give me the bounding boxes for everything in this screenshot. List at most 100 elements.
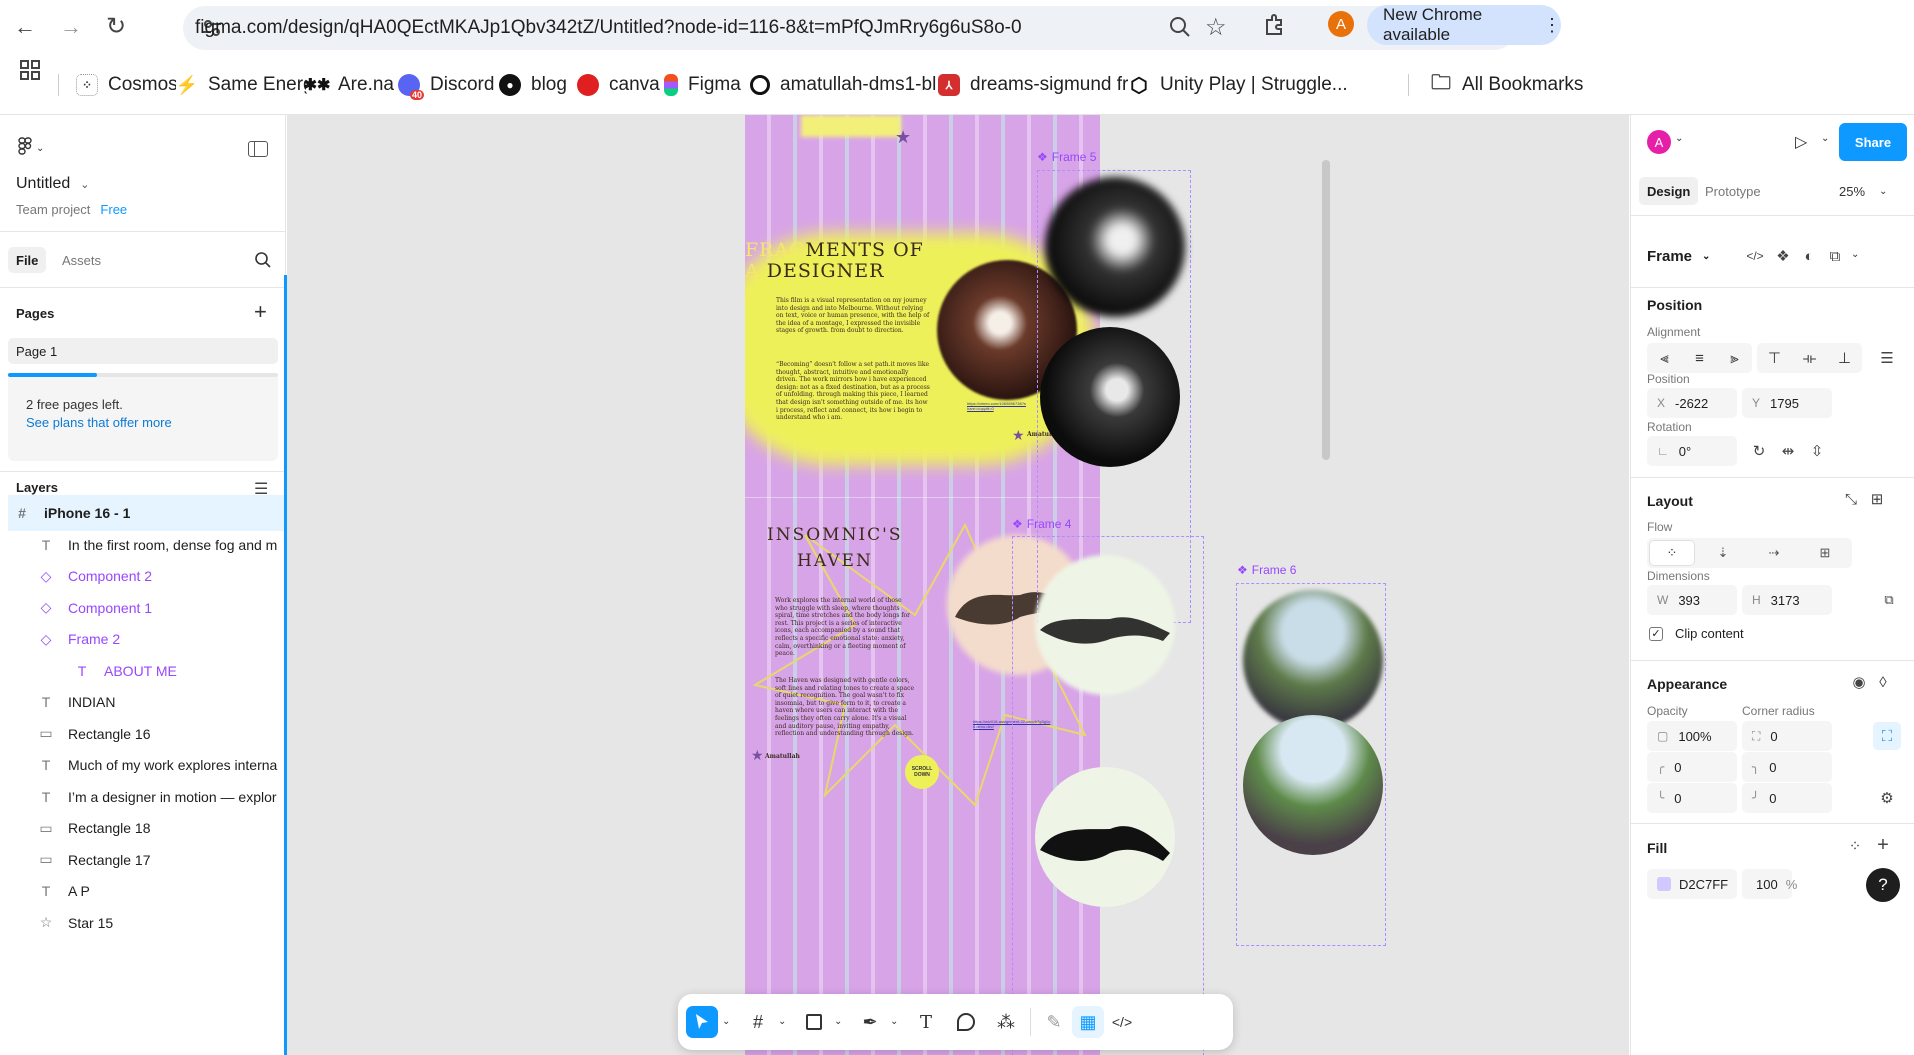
- text-tool-icon[interactable]: T: [910, 1006, 942, 1038]
- help-button[interactable]: ?: [1866, 868, 1900, 902]
- corner-tl-input[interactable]: ╭ 0: [1647, 752, 1737, 782]
- frame-tool-icon[interactable]: #: [742, 1006, 774, 1038]
- rotation-input[interactable]: ∟ 0°: [1647, 436, 1737, 466]
- chevron-down-icon[interactable]: ⌄: [1675, 133, 1683, 144]
- bookmark-cosmos[interactable]: ⁘ Cosmos: [76, 72, 178, 98]
- corner-bl-input[interactable]: ╰ 0: [1647, 783, 1737, 813]
- frame4-label[interactable]: ❖ Frame 4: [1012, 517, 1071, 531]
- corner-tr-input[interactable]: ╮ 0: [1742, 752, 1832, 782]
- collapse-layout-icon[interactable]: ⤡: [1837, 485, 1865, 513]
- layer-row[interactable]: ☆ Star 15: [36, 905, 286, 941]
- flow-grid-icon[interactable]: ⊞: [1803, 541, 1847, 565]
- fill-swatch[interactable]: [1657, 877, 1671, 891]
- chevron-down-icon[interactable]: ⌄: [1821, 133, 1829, 144]
- chevron-down-icon[interactable]: ⌄: [1851, 249, 1859, 260]
- forward-icon[interactable]: →: [60, 14, 82, 40]
- back-icon[interactable]: ←: [14, 14, 36, 40]
- bookmark-dreams[interactable]: ⅄ dreams-sigmund fr...: [938, 72, 1143, 98]
- profile-avatar[interactable]: A: [1328, 11, 1354, 37]
- zoom-search-icon[interactable]: [1168, 15, 1192, 45]
- tab-assets[interactable]: Assets: [62, 247, 101, 273]
- see-plans-link[interactable]: See plans that offer more: [26, 415, 172, 430]
- tab-design[interactable]: Design: [1639, 177, 1699, 205]
- canvas-scrollbar[interactable]: [1322, 160, 1330, 460]
- chevron-down-icon[interactable]: ⌄: [778, 1016, 786, 1027]
- url-text[interactable]: figma.com/design/qHA0QEctMKAJp1Qbv342tZ/…: [195, 17, 1022, 39]
- opacity-input[interactable]: ▢ 100%: [1647, 721, 1737, 751]
- x-input[interactable]: X -2622: [1647, 388, 1737, 418]
- auto-layout-icon[interactable]: ⊞: [1863, 485, 1891, 513]
- align-center-icon[interactable]: ≡: [1695, 350, 1704, 367]
- align-right-icon[interactable]: ⫸: [1730, 350, 1738, 367]
- clip-content-row[interactable]: ✓ Clip content: [1649, 626, 1744, 641]
- bookmark-amatullah-blog[interactable]: amatullah-dms1-bl...: [750, 72, 952, 98]
- distribute-icon[interactable]: ☰: [1873, 344, 1901, 372]
- corner-radius-input[interactable]: ⛶ 0: [1742, 721, 1832, 751]
- bookmark-star-icon[interactable]: ☆: [1205, 13, 1227, 42]
- fill-opacity-input[interactable]: 100%: [1742, 869, 1797, 899]
- all-bookmarks[interactable]: 🗀 All Bookmarks: [1430, 72, 1583, 98]
- page-item-page-1[interactable]: Page 1: [8, 338, 278, 364]
- rectangle-tool-icon[interactable]: [798, 1006, 830, 1038]
- flip-horizontal-icon[interactable]: ⇹: [1774, 437, 1802, 465]
- align-top-icon[interactable]: ⊤: [1768, 349, 1781, 367]
- present-play-icon[interactable]: ▷: [1795, 132, 1807, 152]
- bookmark-discord[interactable]: 40 Discord: [398, 72, 494, 100]
- flow-freeform-icon[interactable]: ⁘: [1650, 541, 1694, 565]
- bookmark-same-energy[interactable]: ⚡ Same Energy: [176, 72, 323, 98]
- apps-grid-icon[interactable]: [20, 60, 40, 80]
- file-name-menu[interactable]: Untitled ⌄: [16, 175, 89, 193]
- component-icon[interactable]: ❖: [1769, 242, 1797, 270]
- frame6-label[interactable]: ❖ Frame 6: [1237, 563, 1296, 577]
- dev-mode-icon[interactable]: </>: [1106, 1006, 1138, 1038]
- selection-type-menu[interactable]: Frame ⌄: [1647, 248, 1710, 265]
- bookmark-figma[interactable]: Figma: [664, 72, 741, 98]
- figma-main-menu[interactable]: ⌄: [18, 137, 44, 159]
- add-fill-icon[interactable]: +: [1869, 831, 1897, 859]
- flow-horizontal-icon[interactable]: ⇢: [1752, 541, 1796, 565]
- corner-smoothing-icon[interactable]: ⚙: [1873, 784, 1901, 812]
- boolean-icon[interactable]: ⧉: [1821, 242, 1849, 270]
- independent-corners-icon[interactable]: ⛶: [1873, 722, 1901, 750]
- styles-grid-icon[interactable]: ⁘: [1841, 832, 1869, 860]
- tab-file[interactable]: File: [8, 247, 47, 273]
- draw-mode-icon[interactable]: ✎: [1038, 1006, 1070, 1038]
- search-icon[interactable]: [254, 251, 272, 274]
- flip-vertical-icon[interactable]: ⇳: [1803, 437, 1831, 465]
- chevron-down-icon[interactable]: ⌄: [722, 1016, 730, 1027]
- user-avatar[interactable]: A: [1647, 130, 1671, 154]
- frame5-label[interactable]: ❖ Frame 5: [1037, 150, 1096, 164]
- pen-tool-icon[interactable]: ✒: [854, 1006, 886, 1038]
- plan-badge[interactable]: Free: [100, 202, 127, 217]
- constrain-proportions-icon[interactable]: ⧉: [1875, 586, 1903, 614]
- bookmark-unity[interactable]: ⬡ Unity Play | Struggle...: [1128, 72, 1348, 98]
- flow-vertical-icon[interactable]: ⇣: [1701, 541, 1745, 565]
- zoom-menu[interactable]: 25% ⌄: [1839, 177, 1887, 205]
- chevron-down-icon[interactable]: ⌄: [834, 1016, 842, 1027]
- bookmark-arena[interactable]: ✱✱ Are.na: [304, 72, 394, 98]
- align-left-icon[interactable]: ⫷: [1660, 350, 1668, 367]
- fill-color-input[interactable]: D2C7FF: [1647, 869, 1737, 899]
- share-button[interactable]: Share: [1839, 123, 1907, 161]
- chevron-down-icon[interactable]: ⌄: [890, 1016, 898, 1027]
- tab-prototype[interactable]: Prototype: [1705, 177, 1761, 205]
- add-page-icon[interactable]: +: [254, 299, 267, 325]
- align-middle-icon[interactable]: ⟛: [1803, 350, 1817, 367]
- move-tool-icon[interactable]: [686, 1006, 718, 1038]
- chrome-update-button[interactable]: New Chrome available ⋮: [1367, 5, 1561, 45]
- sidebar-toggle-icon[interactable]: [248, 141, 268, 157]
- comment-tool-icon[interactable]: [950, 1006, 982, 1038]
- y-input[interactable]: Y 1795: [1742, 388, 1832, 418]
- actions-tool-icon[interactable]: ⁂: [990, 1006, 1022, 1038]
- code-icon[interactable]: </>: [1741, 242, 1769, 270]
- blend-mode-icon[interactable]: ◊: [1869, 668, 1897, 696]
- corner-br-input[interactable]: ╯ 0: [1742, 783, 1832, 813]
- bookmark-blog[interactable]: ● blog: [499, 72, 567, 98]
- rotate-icon[interactable]: ↻: [1745, 437, 1773, 465]
- width-input[interactable]: W 393: [1647, 585, 1737, 615]
- design-mode-icon[interactable]: ▦: [1072, 1006, 1104, 1038]
- extensions-icon[interactable]: [1262, 12, 1288, 38]
- bookmark-canva[interactable]: canva: [577, 72, 660, 98]
- reload-icon[interactable]: ↻: [106, 12, 126, 41]
- mask-icon[interactable]: ◐: [1795, 242, 1823, 270]
